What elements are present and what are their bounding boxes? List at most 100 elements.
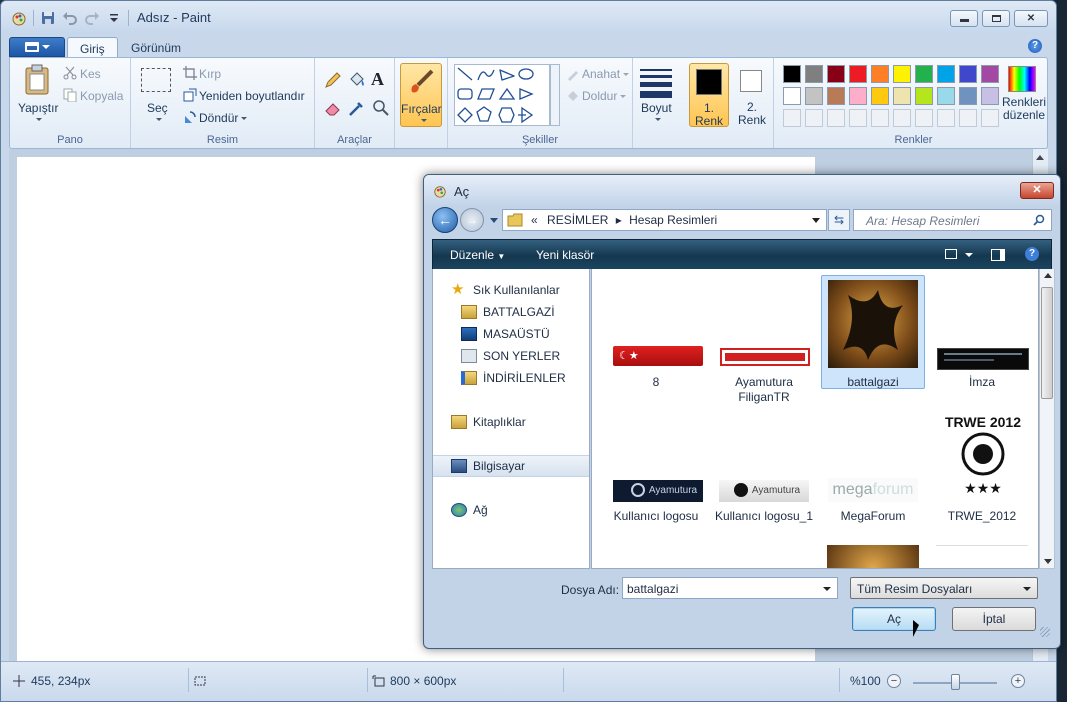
custom-color-slot[interactable] <box>959 109 977 127</box>
refresh-button[interactable]: ⇆ <box>828 209 850 231</box>
nav-item-indirilenler[interactable]: İNDİRİLENLER <box>433 367 589 389</box>
organize-button[interactable]: Düzenle ▼ <box>450 248 505 262</box>
color-swatch[interactable] <box>959 65 977 83</box>
color-swatch[interactable] <box>959 87 977 105</box>
file-item[interactable]: Ayamutura Kullanıcı logosu_1 <box>712 409 816 523</box>
help-icon[interactable]: ? <box>1028 39 1042 53</box>
file-thumbnail[interactable] <box>827 545 919 568</box>
preview-pane-icon[interactable] <box>991 249 1005 261</box>
redo-icon[interactable] <box>84 10 100 26</box>
dialog-close-button[interactable]: ✕ <box>1020 182 1054 199</box>
outline-button[interactable]: Anahat <box>582 67 630 81</box>
brushes-button[interactable]: Fırçalar <box>400 63 442 127</box>
filetype-select[interactable]: Tüm Resim Dosyaları <box>850 577 1038 599</box>
color-swatch[interactable] <box>783 87 801 105</box>
text-tool-icon[interactable]: A <box>371 69 384 90</box>
custom-color-slot[interactable] <box>893 109 911 127</box>
tab-gorunum[interactable]: Görünüm <box>119 37 193 58</box>
filename-input[interactable]: battalgazi <box>622 577 838 599</box>
color-swatch[interactable] <box>937 87 955 105</box>
copy-button[interactable]: Kopyala <box>80 89 123 103</box>
custom-color-slot[interactable] <box>827 109 845 127</box>
file-item[interactable]: Ayamutura FiliganTR <box>712 275 816 404</box>
filename-dropdown-icon[interactable] <box>823 587 831 591</box>
nav-favorites[interactable]: ★ Sık Kullanılanlar <box>433 279 589 301</box>
fill-bucket-icon[interactable] <box>347 70 367 90</box>
size-button[interactable]: Boyut <box>636 63 676 127</box>
cut-button[interactable]: Kes <box>80 67 101 81</box>
address-dropdown-icon[interactable] <box>812 218 820 223</box>
shapes-scroll[interactable] <box>550 64 560 126</box>
zoom-slider-thumb[interactable] <box>951 674 960 690</box>
paint-app-icon[interactable] <box>11 10 27 26</box>
file-item[interactable]: Ayamutura Kullanıcı logosu <box>604 409 708 523</box>
view-options-icon[interactable] <box>945 249 957 259</box>
zoom-in-button[interactable]: + <box>1011 674 1025 688</box>
crop-button[interactable]: Kırp <box>199 67 221 81</box>
select-button[interactable]: Seç <box>147 101 168 115</box>
rotate-button[interactable]: Döndür <box>199 111 248 125</box>
color2-button[interactable]: 2. Renk <box>732 63 772 127</box>
file-item[interactable]: ☾★ 8 <box>604 275 708 389</box>
resize-grip-icon[interactable] <box>1040 627 1050 637</box>
custom-color-slot[interactable] <box>937 109 955 127</box>
nav-item-masaustu[interactable]: MASAÜSTÜ <box>433 323 589 345</box>
custom-color-slot[interactable] <box>783 109 801 127</box>
color-swatch[interactable] <box>937 65 955 83</box>
eraser-icon[interactable] <box>323 98 343 118</box>
color-swatch[interactable] <box>783 65 801 83</box>
file-item[interactable]: megaforum MegaForum <box>821 409 925 523</box>
color-swatch[interactable] <box>893 87 911 105</box>
file-list-scrollbar[interactable] <box>1039 269 1055 569</box>
nav-network[interactable]: Ağ <box>433 499 589 521</box>
color-swatch[interactable] <box>805 87 823 105</box>
undo-icon[interactable] <box>62 10 78 26</box>
custom-color-slot[interactable] <box>805 109 823 127</box>
shapes-icons[interactable] <box>456 66 544 124</box>
file-item[interactable]: TRWE 2012 ★★★ TRWE_2012 <box>930 409 1034 523</box>
nav-libraries[interactable]: Kitaplıklar <box>433 411 589 433</box>
search-input[interactable]: Ara: Hesap Resimleri <box>853 209 1052 231</box>
minimize-button[interactable] <box>950 10 978 27</box>
custom-color-slot[interactable] <box>871 109 889 127</box>
fill-button[interactable]: Doldur <box>582 89 627 103</box>
cancel-button[interactable]: İptal <box>952 607 1036 631</box>
color-swatch[interactable] <box>849 87 867 105</box>
zoom-out-button[interactable]: − <box>887 674 901 688</box>
save-icon[interactable] <box>40 10 56 26</box>
maximize-button[interactable] <box>982 10 1010 27</box>
scroll-up-icon[interactable] <box>1036 155 1044 160</box>
color-swatch[interactable] <box>827 65 845 83</box>
custom-color-slot[interactable] <box>849 109 867 127</box>
view-dropdown-icon[interactable] <box>965 253 973 257</box>
scroll-thumb[interactable] <box>1041 287 1053 399</box>
breadcrumb-item[interactable]: RESİMLER <box>547 213 608 227</box>
new-folder-button[interactable]: Yeni klasör <box>536 248 594 262</box>
paste-button[interactable]: Yapıştır <box>18 101 58 115</box>
color-swatch[interactable] <box>893 65 911 83</box>
color-picker-icon[interactable] <box>347 98 367 118</box>
close-button[interactable]: ✕ <box>1014 10 1048 27</box>
nav-item-battalgazi[interactable]: BATTALGAZİ <box>433 301 589 323</box>
color-swatch[interactable] <box>915 87 933 105</box>
edit-colors-button[interactable]: Renkleri düzenle <box>996 62 1052 128</box>
custom-color-slot[interactable] <box>915 109 933 127</box>
forward-button[interactable]: → <box>460 208 484 232</box>
breadcrumb-item[interactable]: Hesap Resimleri <box>629 213 717 227</box>
pencil-icon[interactable] <box>323 70 343 90</box>
file-item-selected[interactable]: battalgazi <box>821 275 925 389</box>
tab-giris[interactable]: Giriş <box>67 37 118 58</box>
paint-menu-button[interactable] <box>9 37 65 57</box>
color-swatch[interactable] <box>871 65 889 83</box>
color-swatch[interactable] <box>871 87 889 105</box>
nav-item-son-yerler[interactable]: SON YERLER <box>433 345 589 367</box>
back-button[interactable]: ← <box>432 207 458 233</box>
color-swatch[interactable] <box>849 65 867 83</box>
qat-customize-icon[interactable] <box>106 10 122 26</box>
address-input[interactable]: « RESİMLER ▸ Hesap Resimleri <box>502 209 827 231</box>
select-dropdown-icon[interactable] <box>156 118 162 121</box>
nav-computer[interactable]: Bilgisayar <box>433 455 589 477</box>
color-swatch[interactable] <box>827 87 845 105</box>
paste-dropdown-icon[interactable] <box>36 118 42 121</box>
scroll-up-icon[interactable] <box>1044 273 1052 278</box>
